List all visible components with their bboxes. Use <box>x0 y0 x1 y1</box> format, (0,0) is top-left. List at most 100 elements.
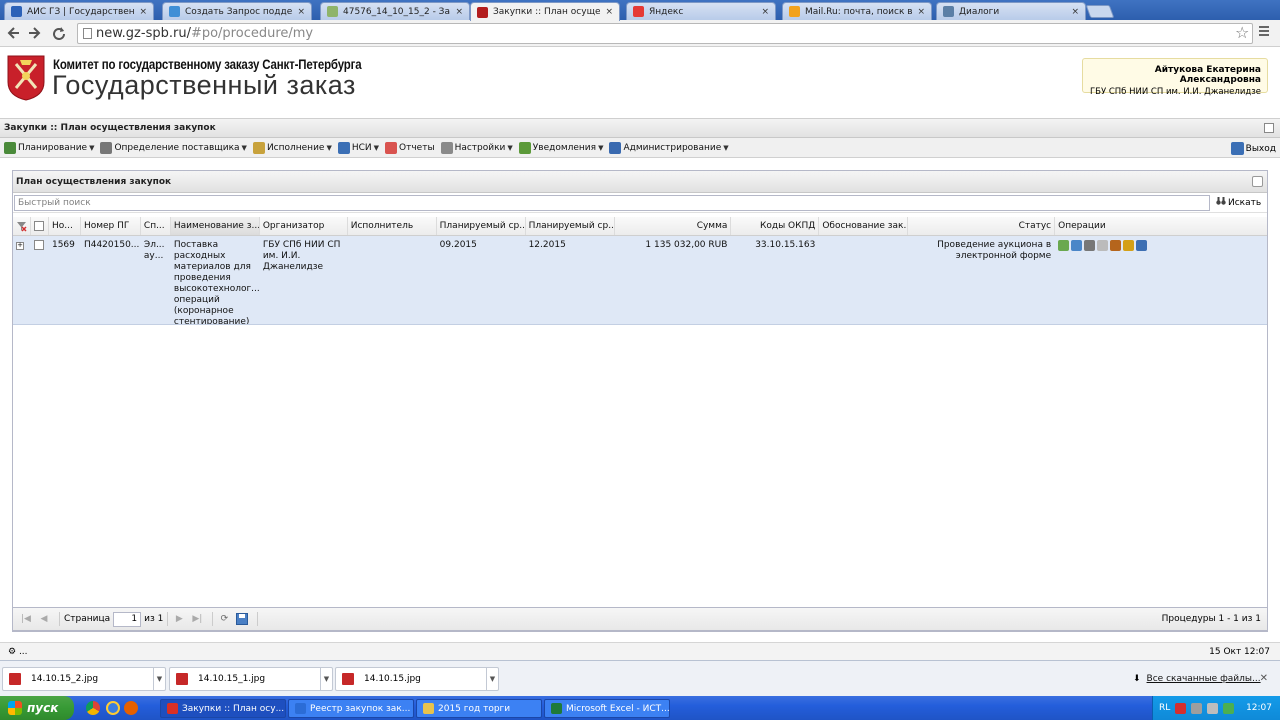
menu-administration[interactable]: Администрирование ▼ <box>609 141 729 154</box>
menu-planning[interactable]: Планирование ▼ <box>4 141 94 154</box>
tab-close-icon[interactable]: × <box>605 7 613 17</box>
quick-search-input[interactable] <box>14 195 1210 211</box>
download-item[interactable]: 14.10.15_1.jpg ▼ <box>169 667 333 691</box>
browser-tab[interactable]: Диалоги × <box>936 2 1086 20</box>
cell-operations <box>1055 236 1267 324</box>
column-header-plan-start[interactable]: Планируемый ср... <box>437 217 526 235</box>
maximize-icon[interactable] <box>1264 123 1274 133</box>
table-row[interactable]: + 1569 П4420150... Эл... ау... Поставка … <box>13 236 1267 325</box>
refresh-icon[interactable]: ⟳ <box>217 612 231 626</box>
column-header-status[interactable]: Статус <box>908 217 1056 235</box>
status-left: ⚙ ... <box>8 647 28 657</box>
taskbar-item[interactable]: Реестр закупок зак... <box>288 699 414 718</box>
menu-notifications[interactable]: Уведомления ▼ <box>518 141 603 154</box>
taskbar-item[interactable]: Microsoft Excel - ИСТ... <box>544 699 670 718</box>
menu-execution[interactable]: Исполнение ▼ <box>252 141 332 154</box>
column-header-plan-end[interactable]: Планируемый ср... <box>526 217 615 235</box>
save-icon[interactable] <box>235 612 249 626</box>
chevron-down-icon[interactable]: ▼ <box>486 668 498 690</box>
menu-reports[interactable]: Отчеты <box>385 141 435 154</box>
settings-icon[interactable] <box>1084 240 1096 251</box>
pdf-file-icon <box>342 673 354 685</box>
column-header-basis[interactable]: Обоснование зак... <box>819 217 909 235</box>
tab-close-icon[interactable]: × <box>1071 7 1079 17</box>
chevron-down-icon[interactable]: ▼ <box>153 668 165 690</box>
reload-icon[interactable] <box>50 24 68 42</box>
next-page-icon[interactable]: ▶ <box>172 612 186 626</box>
forward-arrow-icon[interactable] <box>26 24 44 42</box>
start-button[interactable]: пуск <box>0 696 74 720</box>
network-icon[interactable] <box>1191 702 1203 714</box>
browser-tab[interactable]: АИС ГЗ | Государственный × <box>4 2 154 20</box>
address-bar[interactable]: new.gz-spb.ru/#po/procedure/my <box>77 23 1253 44</box>
column-header-sum[interactable]: Сумма <box>615 217 732 235</box>
close-shelf-icon[interactable]: ✕ <box>1260 673 1268 684</box>
tab-close-icon[interactable]: × <box>917 7 925 17</box>
download-item[interactable]: 14.10.15.jpg ▼ <box>335 667 499 691</box>
column-header-okpd[interactable]: Коды ОКПД <box>731 217 820 235</box>
back-arrow-icon[interactable] <box>4 24 22 42</box>
all-downloads-link[interactable]: ⬇ Все скачанные файлы... <box>1133 674 1261 684</box>
search-button[interactable]: Искать <box>1216 196 1261 209</box>
browser-tab[interactable]: Mail.Ru: почта, поиск в инт × <box>782 2 932 20</box>
taskbar-item[interactable]: 2015 год торги <box>416 699 542 718</box>
emblem-icon[interactable] <box>1110 240 1122 251</box>
chevron-down-icon[interactable]: ▼ <box>320 668 332 690</box>
column-header-organizer[interactable]: Организатор <box>260 217 348 235</box>
last-page-icon[interactable]: ▶| <box>190 612 204 626</box>
row-expander[interactable]: + <box>13 236 31 324</box>
chevron-down-icon: ▼ <box>723 143 729 152</box>
tab-close-icon[interactable]: × <box>455 7 463 17</box>
new-tab-button[interactable] <box>1085 5 1115 18</box>
books-icon[interactable] <box>1136 240 1148 251</box>
refresh-panel-icon[interactable] <box>1252 176 1263 187</box>
tab-close-icon[interactable]: × <box>139 7 147 17</box>
tab-favicon <box>327 6 338 17</box>
column-header-name[interactable]: Наименование з... <box>170 217 260 235</box>
first-page-icon[interactable]: |◀ <box>19 612 33 626</box>
browser-menu-icon[interactable] <box>1257 24 1273 42</box>
clear-filter-icon[interactable] <box>13 217 31 235</box>
procurement-plan-panel: План осуществления закупок Искать Но... … <box>12 170 1268 632</box>
cell-organizer: ГБУ СПб НИИ СП им. И.И. Джанелидзе <box>260 236 348 324</box>
menu-settings[interactable]: Настройки ▼ <box>440 141 513 154</box>
browser-tab[interactable]: Создать Запрос поддержки × <box>162 2 312 20</box>
tab-close-icon[interactable]: × <box>761 7 769 17</box>
chrome-quicklaunch-icon[interactable] <box>86 701 100 715</box>
language-indicator[interactable]: RL <box>1159 703 1170 713</box>
select-all-checkbox[interactable] <box>31 217 49 235</box>
taskbar-item[interactable]: Закупки :: План осу... <box>160 699 286 718</box>
browser-tab-active[interactable]: Закупки :: План осуществл × <box>470 2 620 21</box>
separator <box>167 612 169 626</box>
column-header-operations[interactable]: Операции <box>1055 217 1267 235</box>
menu-supplier-determination[interactable]: Определение поставщика ▼ <box>100 141 247 154</box>
ie-quicklaunch-icon[interactable] <box>106 701 120 715</box>
browser-tab[interactable]: 47576_14_10_15_2 - Залив × <box>320 2 470 20</box>
menu-label: Определение поставщика <box>114 142 240 153</box>
approve-icon[interactable] <box>1058 240 1070 251</box>
exit-label: Выход <box>1245 143 1276 154</box>
bookmark-star-icon[interactable]: ☆ <box>1235 23 1249 42</box>
search-button-label: Искать <box>1228 197 1262 208</box>
download-item[interactable]: 14.10.15_2.jpg ▼ <box>2 667 166 691</box>
column-header-pg-number[interactable]: Номер ПГ <box>81 217 141 235</box>
tab-favicon <box>169 6 180 17</box>
scroll-icon[interactable] <box>1123 240 1135 251</box>
browser-tab[interactable]: Яндекс × <box>626 2 776 20</box>
chart-icon[interactable] <box>1071 240 1083 251</box>
volume-icon[interactable] <box>1207 702 1219 714</box>
column-header-executor[interactable]: Исполнитель <box>348 217 437 235</box>
menu-nsi[interactable]: НСИ ▼ <box>337 141 379 154</box>
security-icon[interactable] <box>1223 702 1235 714</box>
antivirus-icon[interactable] <box>1175 702 1187 714</box>
page-number-input[interactable] <box>113 611 142 627</box>
document-icon[interactable] <box>1097 240 1109 251</box>
prev-page-icon[interactable]: ◀ <box>37 612 51 626</box>
firefox-quicklaunch-icon[interactable] <box>124 701 138 715</box>
row-select[interactable] <box>31 236 49 324</box>
column-header-method[interactable]: Сп... <box>141 217 171 235</box>
column-header-no[interactable]: Но... <box>49 217 81 235</box>
exit-button[interactable]: Выход <box>1230 142 1276 155</box>
taskbar-item-label: Закупки :: План осу... <box>182 703 285 714</box>
tab-close-icon[interactable]: × <box>297 7 305 17</box>
